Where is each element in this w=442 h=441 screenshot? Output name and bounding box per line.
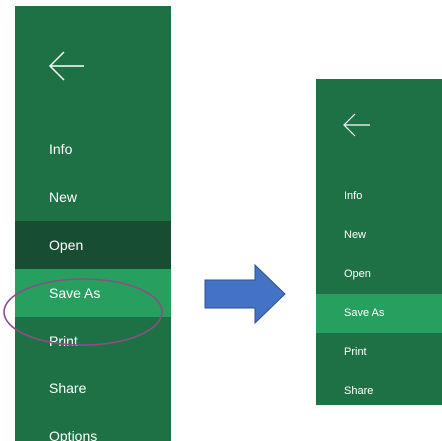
menu-item-info[interactable]: Info [15, 125, 171, 173]
menu-item-print[interactable]: Print [15, 317, 171, 365]
menu-item-options[interactable]: Options [15, 412, 171, 441]
back-arrow-icon[interactable] [48, 50, 86, 82]
right-arrow-icon [204, 264, 286, 324]
backstage-menu-large: Info New Open Save As Print Share Option… [15, 6, 171, 441]
menu-item-new[interactable]: New [15, 173, 171, 221]
menu-item-share[interactable]: Share [316, 372, 442, 405]
menu-item-open[interactable]: Open [316, 255, 442, 294]
menu-item-new[interactable]: New [316, 216, 442, 255]
menu-item-save-as[interactable]: Save As [316, 294, 442, 333]
back-arrow-icon[interactable] [342, 112, 372, 138]
menu-item-open[interactable]: Open [15, 221, 171, 269]
menu-item-share[interactable]: Share [15, 364, 171, 412]
backstage-menu-small: Info New Open Save As Print Share [316, 79, 442, 405]
menu-item-save-as[interactable]: Save As [15, 269, 171, 317]
menu-item-info[interactable]: Info [316, 177, 442, 216]
menu-item-print[interactable]: Print [316, 333, 442, 372]
